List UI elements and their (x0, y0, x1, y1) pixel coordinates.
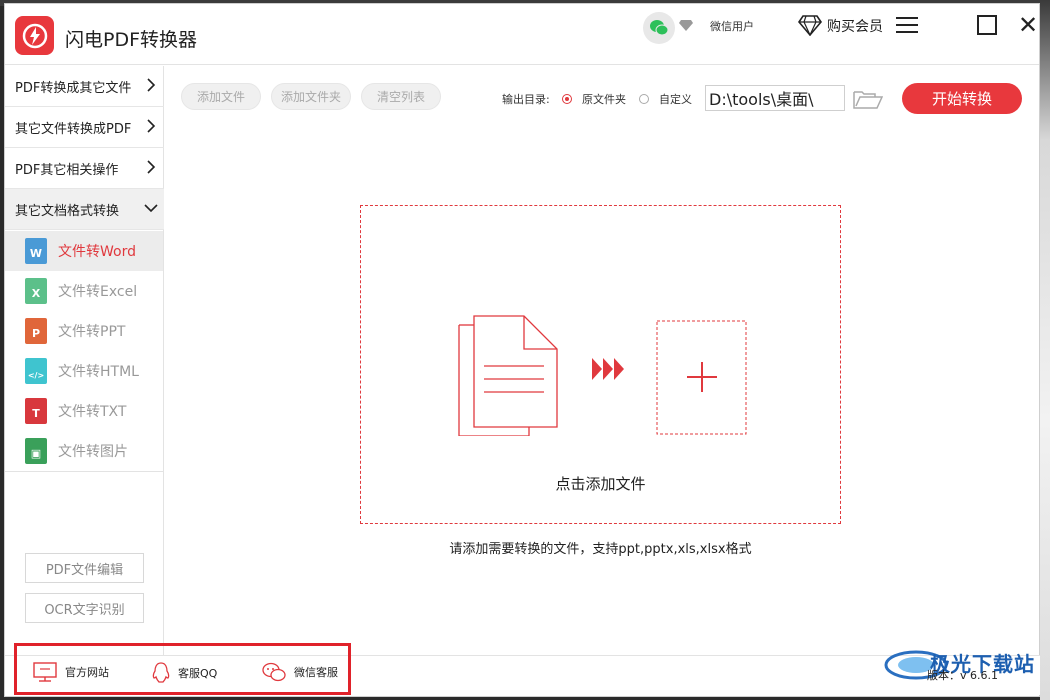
desktop-background-right (1040, 0, 1050, 700)
html-icon: </> (25, 358, 47, 384)
ppt-icon: P (25, 318, 47, 344)
sidebar-item-label: 文件转图片 (58, 444, 128, 460)
app-logo-icon (15, 16, 54, 55)
sidebar-group-label: 其它文档格式转换 (15, 203, 120, 219)
excel-icon: X (25, 278, 47, 304)
pdf-edit-button[interactable]: PDF文件编辑 (25, 553, 144, 583)
radio-custom-folder[interactable] (639, 94, 649, 104)
drop-zone-text: 点击添加文件 (555, 475, 646, 493)
sidebar-item-label: 文件转HTML (58, 364, 139, 380)
txt-icon: T (25, 398, 47, 424)
vip-diamond-icon (679, 20, 693, 31)
diamond-icon[interactable] (798, 14, 822, 36)
wechat-login-icon[interactable] (643, 12, 675, 44)
sidebar-item-to-ppt[interactable]: P 文件转PPT (5, 311, 163, 351)
sidebar-item-label: 文件转Excel (58, 284, 138, 300)
folder-open-icon[interactable] (853, 88, 883, 110)
sidebar-item-to-html[interactable]: </> 文件转HTML (5, 351, 163, 391)
sidebar: PDF转换成其它文件 其它文件转换成PDF PDF其它相关操作 其它文档格式转换… (5, 66, 164, 656)
file-drop-zone[interactable]: 点击添加文件 (360, 205, 841, 524)
ocr-button[interactable]: OCR文字识别 (25, 593, 144, 623)
sidebar-group-pdf-to-other[interactable]: PDF转换成其它文件 (5, 66, 164, 107)
add-folder-button[interactable]: 添加文件夹 (271, 83, 351, 110)
sidebar-divider (5, 471, 164, 472)
annotation-highlight-box (14, 643, 351, 695)
version-label: 版本：v 6.6.1 (927, 669, 998, 682)
sidebar-group-other-to-pdf[interactable]: 其它文件转换成PDF (5, 107, 164, 148)
output-path-input[interactable] (705, 85, 845, 111)
sidebar-group-label: 其它文件转换成PDF (15, 121, 132, 137)
close-icon[interactable]: ✕ (1017, 12, 1039, 38)
title-bar: 闪电PDF转换器 微信用户 购买会员 ✕ (5, 4, 1039, 65)
chevron-right-icon (147, 78, 156, 92)
menu-icon[interactable] (896, 17, 918, 35)
add-file-illustration-icon (458, 315, 747, 436)
sidebar-item-to-excel[interactable]: X 文件转Excel (5, 271, 163, 311)
radio-original-folder[interactable] (562, 94, 572, 104)
clear-list-button[interactable]: 清空列表 (361, 83, 441, 110)
sidebar-group-other-doc-convert[interactable]: 其它文档格式转换 (5, 189, 164, 230)
chevron-down-icon (144, 204, 158, 213)
start-convert-button[interactable]: 开始转换 (902, 83, 1022, 114)
sidebar-group-label: PDF其它相关操作 (15, 162, 119, 178)
sidebar-group-pdf-other-ops[interactable]: PDF其它相关操作 (5, 148, 164, 189)
image-icon: ▣ (25, 438, 47, 464)
sidebar-item-to-word[interactable]: W 文件转Word (5, 231, 163, 271)
buy-vip-button[interactable]: 购买会员 (827, 16, 883, 36)
word-icon: W (25, 238, 47, 264)
sidebar-item-label: 文件转Word (58, 244, 136, 260)
radio-custom-folder-label[interactable]: 自定义 (659, 91, 692, 107)
app-title: 闪电PDF转换器 (65, 29, 198, 51)
chevron-right-icon (147, 119, 156, 133)
add-file-button[interactable]: 添加文件 (181, 83, 261, 110)
sidebar-item-label: 文件转TXT (58, 404, 127, 420)
maximize-icon[interactable] (977, 15, 997, 35)
sidebar-item-to-txt[interactable]: T 文件转TXT (5, 391, 163, 431)
sidebar-item-label: 文件转PPT (58, 324, 126, 340)
output-dir-label: 输出目录: (502, 93, 550, 106)
radio-original-folder-label[interactable]: 原文件夹 (582, 91, 626, 107)
user-name[interactable]: 微信用户 (710, 18, 754, 34)
supported-formats-hint: 请添加需要转换的文件，支持ppt,pptx,xls,xlsx格式 (449, 542, 752, 557)
sidebar-item-to-image[interactable]: ▣ 文件转图片 (5, 431, 163, 471)
sidebar-group-label: PDF转换成其它文件 (15, 80, 132, 96)
chevron-right-icon (147, 160, 156, 174)
